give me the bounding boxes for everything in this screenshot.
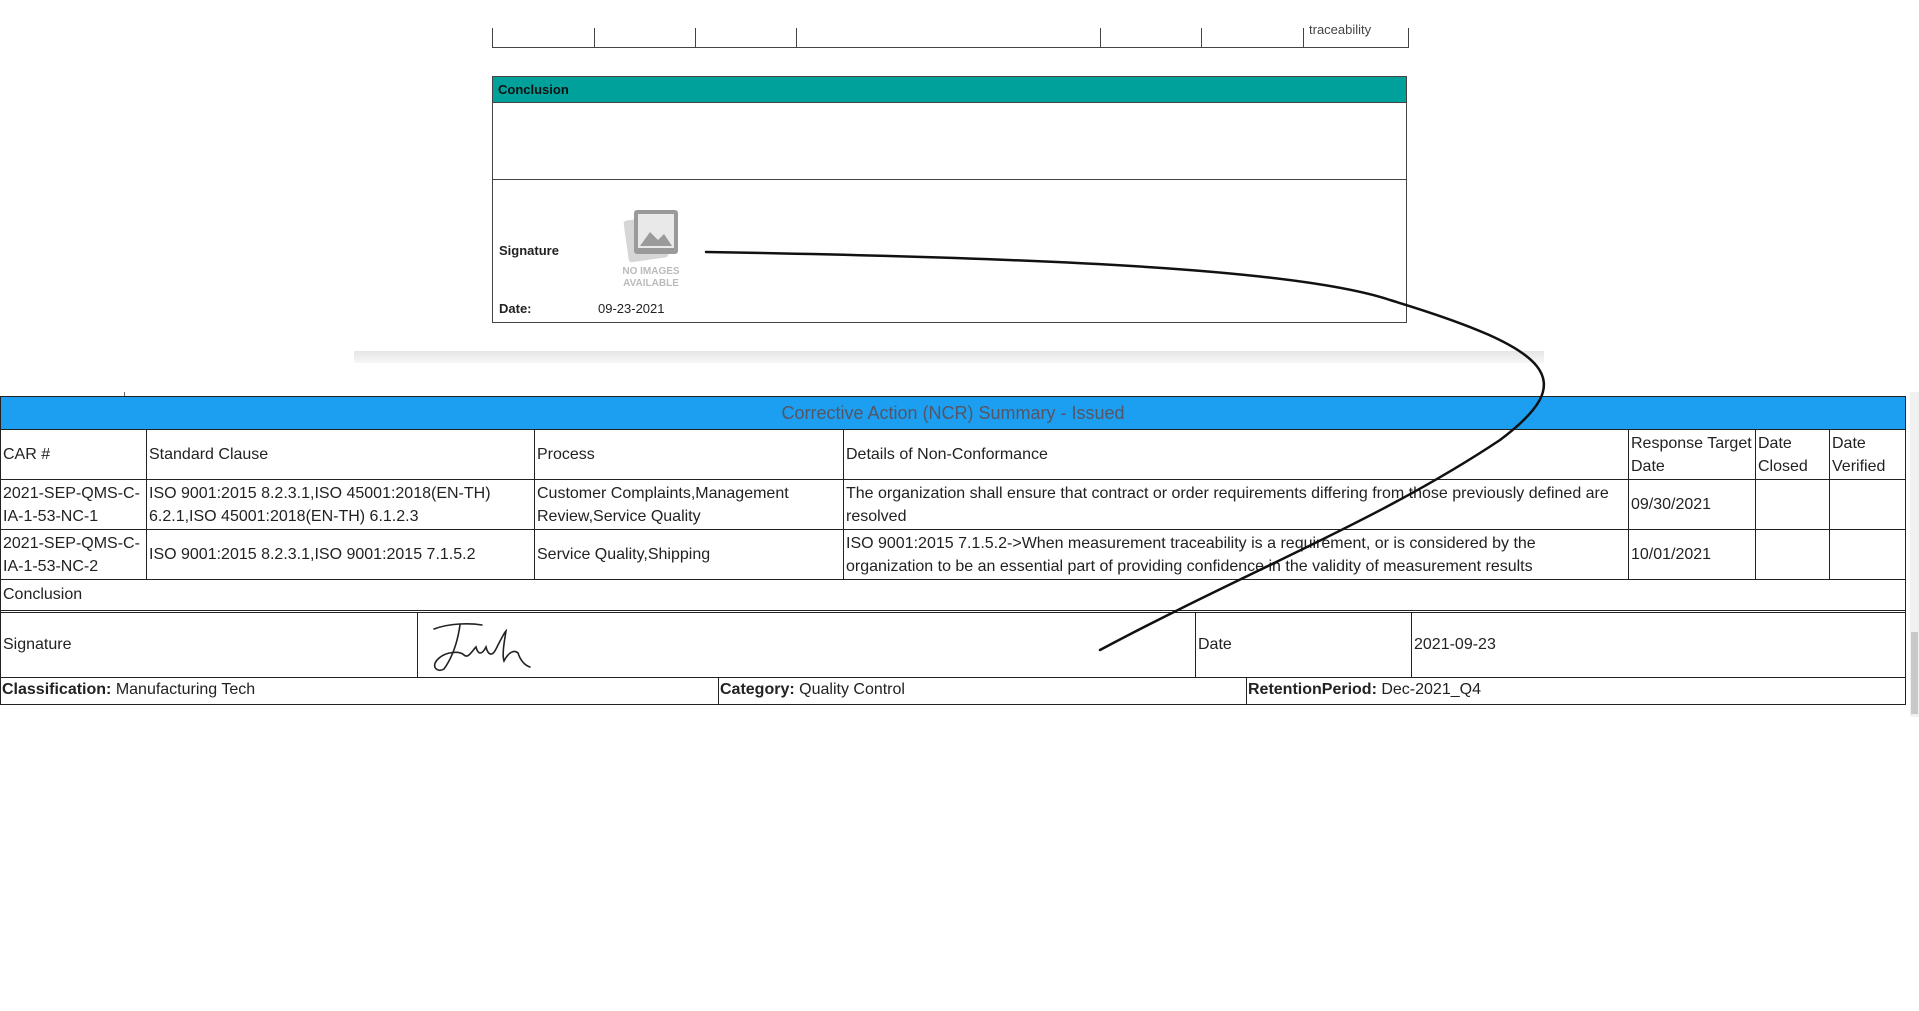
column-header-clause: Standard Clause xyxy=(147,430,535,480)
column-header-details: Details of Non-Conformance xyxy=(844,430,1629,480)
classification-field: Classification: Manufacturing Tech xyxy=(1,678,719,704)
column-header-target-date: Response Target Date xyxy=(1629,430,1756,480)
column-divider xyxy=(1100,28,1101,47)
metadata-row: Classification: Manufacturing Tech Categ… xyxy=(1,677,1905,704)
scrollbar-thumb[interactable] xyxy=(1911,632,1918,714)
date-label: Date: xyxy=(499,301,532,316)
summary-date-label: Date xyxy=(1196,613,1412,677)
table-cell-details: ISO 9001:2015 7.1.5.2->When measurement … xyxy=(844,530,1629,580)
summary-title: Corrective Action (NCR) Summary - Issued xyxy=(1,397,1905,430)
signature-row: Signature Date 2021-09-23 xyxy=(1,613,1905,677)
table-cell-car: 2021-SEP-QMS-C-IA-1-53-NC-1 xyxy=(1,480,147,530)
column-divider xyxy=(1303,28,1304,47)
summary-conclusion-label: Conclusion xyxy=(1,580,1905,613)
vertical-scrollbar[interactable] xyxy=(1910,392,1919,717)
conclusion-header: Conclusion xyxy=(493,77,1406,103)
no-image-text: NO IMAGES AVAILABLE xyxy=(622,266,680,289)
column-divider xyxy=(594,28,595,47)
column-divider xyxy=(796,28,797,47)
image-placeholder-icon xyxy=(623,210,678,263)
table-cell-details: The organization shall ensure that contr… xyxy=(844,480,1629,530)
table-cell-date-closed xyxy=(1756,530,1830,580)
table-cell-target-date: 10/01/2021 xyxy=(1629,530,1756,580)
page-separator xyxy=(354,351,1544,363)
ncr-summary-table: Corrective Action (NCR) Summary - Issued… xyxy=(0,396,1906,705)
column-header-process: Process xyxy=(535,430,844,480)
table-cell-process: Service Quality,Shipping xyxy=(535,530,844,580)
summary-grid: CAR # Standard Clause Process Details of… xyxy=(1,430,1905,580)
previous-table-fragment: traceability xyxy=(492,22,1409,48)
signature-image xyxy=(418,613,1196,677)
column-header-date-closed: Date Closed xyxy=(1756,430,1830,480)
summary-date-value: 2021-09-23 xyxy=(1414,636,1496,653)
table-cell-target-date: 09/30/2021 xyxy=(1629,480,1756,530)
column-header-car: CAR # xyxy=(1,430,147,480)
fragment-cell-text: traceability xyxy=(1309,22,1372,37)
table-cell-car: 2021-SEP-QMS-C-IA-1-53-NC-2 xyxy=(1,530,147,580)
table-cell-clause: ISO 9001:2015 8.2.3.1,ISO 45001:2018(EN-… xyxy=(147,480,535,530)
table-cell-clause: ISO 9001:2015 8.2.3.1,ISO 9001:2015 7.1.… xyxy=(147,530,535,580)
date-value: 09-23-2021 xyxy=(598,301,665,316)
summary-signature-label: Signature xyxy=(1,613,418,677)
no-image-placeholder: NO IMAGES AVAILABLE xyxy=(618,206,684,294)
conclusion-body[interactable] xyxy=(493,103,1406,180)
conclusion-card: Conclusion Signature NO IMAGES AVAILABLE… xyxy=(492,76,1407,323)
table-cell-date-verified xyxy=(1830,530,1905,580)
category-field: Category: Quality Control xyxy=(719,678,1247,704)
table-cell-date-closed xyxy=(1756,480,1830,530)
column-header-date-verified: Date Verified xyxy=(1830,430,1905,480)
column-divider xyxy=(695,28,696,47)
retention-field: RetentionPeriod: Dec-2021_Q4 xyxy=(1248,681,1481,698)
column-divider xyxy=(1201,28,1202,47)
table-cell-date-verified xyxy=(1830,480,1905,530)
signature-label: Signature xyxy=(499,243,559,258)
handwritten-signature xyxy=(433,623,531,672)
table-cell-process: Customer Complaints,Management Review,Se… xyxy=(535,480,844,530)
